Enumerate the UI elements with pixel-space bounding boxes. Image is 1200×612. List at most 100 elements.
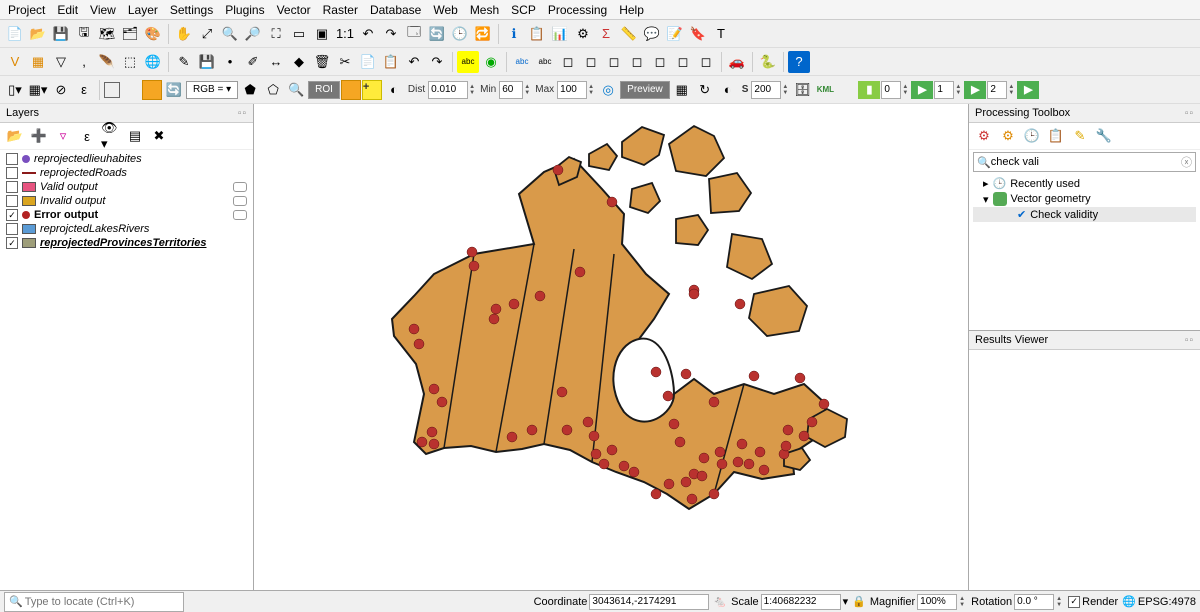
green-nav-0-icon[interactable]: ▮ xyxy=(858,81,880,99)
nav-2-input[interactable] xyxy=(987,81,1007,99)
label-tool-4-icon[interactable]: ◻ xyxy=(580,51,602,73)
nav-2-spin[interactable]: ▲▼ xyxy=(1008,83,1016,97)
layer-row[interactable]: Valid output xyxy=(2,180,251,194)
new-map-icon[interactable]: 🗔 xyxy=(403,23,425,45)
locator-input[interactable] xyxy=(23,594,179,610)
results-close-icon[interactable]: ▫▫ xyxy=(1185,335,1194,346)
stats-icon[interactable]: Σ xyxy=(595,23,617,45)
layer-row[interactable]: ✓reprojectedProvincesTerritories xyxy=(2,236,251,250)
virtual-layer-icon[interactable]: ⬚ xyxy=(119,51,141,73)
undo-icon[interactable]: ↶ xyxy=(403,51,425,73)
lock-icon[interactable]: 🔒 xyxy=(852,595,866,608)
add-feature-icon[interactable]: • xyxy=(219,51,241,73)
zoom-layer-icon[interactable]: ▣ xyxy=(311,23,333,45)
help-icon[interactable]: ? xyxy=(788,51,810,73)
toolbox-icon[interactable]: ⚙ xyxy=(572,23,594,45)
menu-view[interactable]: View xyxy=(84,1,122,19)
processing-search-input[interactable] xyxy=(991,156,1181,168)
processing-close-icon[interactable]: ▫▫ xyxy=(1185,108,1194,119)
roi-auto-icon[interactable]: ◐ xyxy=(383,79,405,101)
nav-0-input[interactable] xyxy=(881,81,901,99)
rgb-combo[interactable]: RGB = ▾ xyxy=(186,81,238,99)
spatialite-icon[interactable]: 🪶 xyxy=(96,51,118,73)
vector-layer-icon[interactable]: V xyxy=(4,51,26,73)
open-project-icon[interactable]: 📂 xyxy=(27,23,49,45)
measure-icon[interactable]: 📏 xyxy=(618,23,640,45)
crs-value[interactable]: EPSG:4978 xyxy=(1138,596,1196,608)
layer-checkbox[interactable]: ✓ xyxy=(6,237,18,249)
preview-panel-icon[interactable]: ▦ xyxy=(671,79,693,101)
scp-working-set-icon[interactable] xyxy=(142,80,162,100)
extent-icon[interactable]: 🐁 xyxy=(713,595,727,608)
reload-icon[interactable]: 🔁 xyxy=(472,23,494,45)
digitize-icon[interactable]: ✐ xyxy=(242,51,264,73)
roi-pointer-icon[interactable] xyxy=(341,80,361,100)
mesh-layer-icon[interactable]: ▽ xyxy=(50,51,72,73)
map-canvas[interactable] xyxy=(254,104,968,590)
menu-layer[interactable]: Layer xyxy=(122,1,164,19)
s-spin[interactable]: ▲▼ xyxy=(782,83,790,97)
zoom-selection-icon[interactable]: ▭ xyxy=(288,23,310,45)
zoom-native-icon[interactable]: 1:1 xyxy=(334,23,356,45)
car-icon[interactable]: 🚗 xyxy=(726,51,748,73)
proc-edit-icon[interactable]: ✎ xyxy=(1069,125,1091,147)
layer-checkbox[interactable] xyxy=(6,181,18,193)
pan-to-selection-icon[interactable]: ⤢ xyxy=(196,23,218,45)
text-format-icon[interactable]: T xyxy=(710,23,732,45)
zoom-in-icon[interactable]: 🔍 xyxy=(219,23,241,45)
redo-icon[interactable]: ↷ xyxy=(426,51,448,73)
menu-edit[interactable]: Edit xyxy=(51,1,84,19)
proc-results-icon[interactable]: 📋 xyxy=(1045,125,1067,147)
bookmark-icon[interactable]: 🔖 xyxy=(687,23,709,45)
local-stretch-icon[interactable]: 🔍 xyxy=(285,79,307,101)
proc-options-icon[interactable]: 🔧 xyxy=(1093,125,1115,147)
layer-checkbox[interactable] xyxy=(6,153,18,165)
select-icon[interactable]: ▯▾ xyxy=(4,79,26,101)
locator[interactable]: 🔍 xyxy=(4,592,184,612)
layer-expand-icon[interactable]: ▤ xyxy=(124,125,146,147)
cumulative-icon[interactable]: ⬠ xyxy=(262,79,284,101)
layer-checkbox[interactable] xyxy=(6,223,18,235)
db-icon[interactable]: 🗄 xyxy=(791,79,813,101)
max-input[interactable] xyxy=(557,81,587,99)
vertex-tool-icon[interactable]: ◆ xyxy=(288,51,310,73)
menu-mesh[interactable]: Mesh xyxy=(464,1,505,19)
rot-spin[interactable]: ▲▼ xyxy=(1056,595,1064,609)
layer-row[interactable]: reprojectedRoads xyxy=(2,166,251,180)
deselect-icon[interactable]: ⊘ xyxy=(50,79,72,101)
wms-icon[interactable]: 🌐 xyxy=(142,51,164,73)
layers-close-icon[interactable]: ▫▫ xyxy=(238,108,247,119)
proc-history-icon[interactable]: 🕒 xyxy=(1021,125,1043,147)
green-nav-next-icon[interactable]: ▶ xyxy=(911,81,933,99)
mag-spin[interactable]: ▲▼ xyxy=(959,595,967,609)
layer-expr-icon[interactable]: ε xyxy=(76,125,98,147)
histogram-icon[interactable]: ⬟ xyxy=(239,79,261,101)
processing-search[interactable]: 🔍 ⓧ xyxy=(973,152,1196,172)
layer-row[interactable]: reprojctedLakesRivers xyxy=(2,222,251,236)
rot-value[interactable] xyxy=(1014,594,1054,610)
menu-settings[interactable]: Settings xyxy=(164,1,219,19)
zoom-last-icon[interactable]: ↶ xyxy=(357,23,379,45)
target-icon[interactable]: ◎ xyxy=(597,79,619,101)
attribute-table-icon[interactable]: 📋 xyxy=(526,23,548,45)
new-project-icon[interactable]: 📄 xyxy=(4,23,26,45)
coord-value[interactable] xyxy=(589,594,709,610)
tree-vector-geometry[interactable]: ▾ Vector geometry xyxy=(973,191,1196,207)
layer-filter-icon[interactable]: ▿ xyxy=(52,125,74,147)
s-input[interactable] xyxy=(751,81,781,99)
kml-icon[interactable]: KML xyxy=(814,79,836,101)
label-tool-7-icon[interactable]: ◻ xyxy=(649,51,671,73)
scale-value[interactable] xyxy=(761,594,841,610)
preview-redo-icon[interactable]: ↻ xyxy=(694,79,716,101)
select-expr-icon[interactable]: ε xyxy=(73,79,95,101)
layer-add-icon[interactable]: ➕ xyxy=(28,125,50,147)
label-style-icon[interactable]: ◉ xyxy=(480,51,502,73)
save-edits-icon[interactable]: 💾 xyxy=(196,51,218,73)
zoom-out-icon[interactable]: 🔎 xyxy=(242,23,264,45)
zoom-full-icon[interactable]: ⛶ xyxy=(265,23,287,45)
delete-icon[interactable]: 🗑 xyxy=(311,51,333,73)
layout-icon[interactable]: 🗺 xyxy=(96,23,118,45)
menu-plugins[interactable]: Plugins xyxy=(219,1,270,19)
menu-processing[interactable]: Processing xyxy=(542,1,613,19)
menu-web[interactable]: Web xyxy=(427,1,463,19)
